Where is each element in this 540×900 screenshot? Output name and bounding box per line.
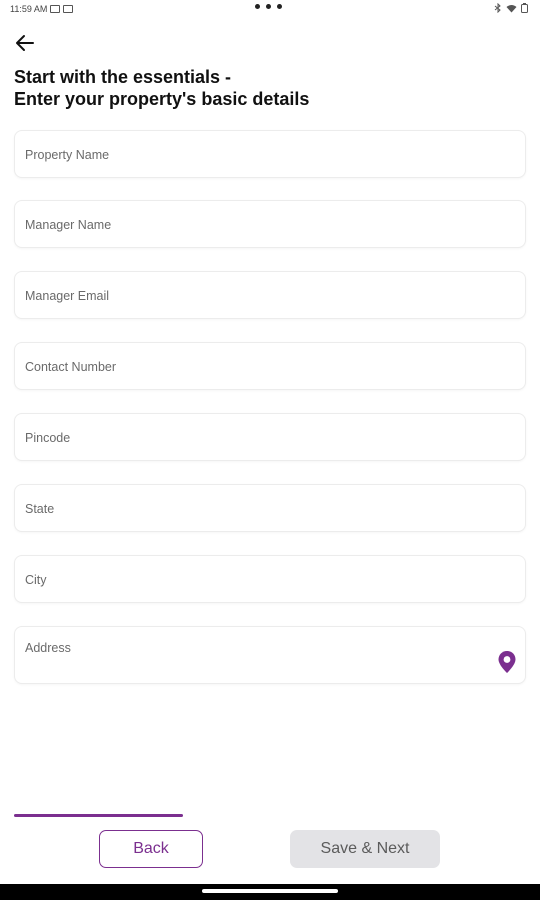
wifi-icon: [506, 4, 517, 12]
back-button[interactable]: Back: [99, 830, 203, 868]
property-name-input[interactable]: [25, 145, 495, 165]
status-bar: 11:59 AM: [0, 0, 540, 18]
status-time: 11:59 AM: [10, 4, 48, 14]
system-nav-bar: [0, 884, 540, 900]
property-name-field: [14, 130, 526, 178]
more-dots-icon: [255, 4, 282, 9]
manager-email-field: [14, 271, 526, 319]
state-field: [14, 484, 526, 532]
page-title-line-1: Start with the essentials -: [14, 67, 232, 87]
save-next-button[interactable]: Save & Next: [290, 830, 440, 868]
status-icons: [494, 3, 528, 13]
address-input[interactable]: [25, 641, 485, 677]
page-title-line-2: Enter your property's basic details: [14, 89, 310, 109]
page-title: Start with the essentials - Enter your p…: [14, 66, 514, 110]
contact-number-input[interactable]: [25, 357, 495, 377]
manager-name-field: [14, 200, 526, 248]
bluetooth-icon: [494, 3, 501, 13]
city-input[interactable]: [25, 570, 495, 590]
progress-bar: [14, 814, 526, 817]
manager-email-input[interactable]: [25, 286, 495, 306]
manager-name-input[interactable]: [25, 215, 495, 235]
status-time-group: 11:59 AM: [10, 4, 74, 14]
arrow-left-icon: [16, 35, 34, 51]
state-input[interactable]: [25, 499, 495, 519]
city-field: [14, 555, 526, 603]
location-pin-icon[interactable]: [497, 650, 517, 674]
notification-icon: [50, 5, 61, 13]
back-arrow-button[interactable]: [12, 30, 38, 56]
progress-fill: [14, 814, 183, 817]
address-field: [14, 626, 526, 684]
media-icon: [63, 5, 74, 13]
contact-number-field: [14, 342, 526, 390]
pincode-field: [14, 413, 526, 461]
home-indicator[interactable]: [202, 889, 338, 893]
pincode-input[interactable]: [25, 428, 495, 448]
battery-icon: [521, 3, 528, 13]
